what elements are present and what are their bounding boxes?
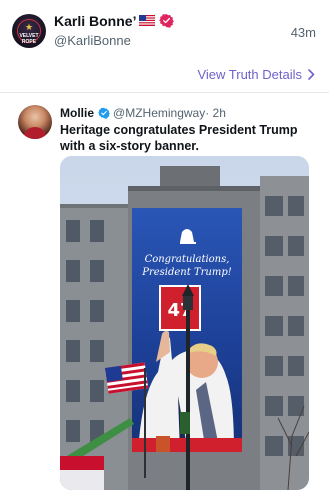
author-avatar[interactable]: ★ VELVET ROPE — [12, 14, 46, 48]
post-timestamp: 43m — [290, 25, 316, 40]
avatar-shirt — [23, 127, 47, 139]
quoted-author-line: Mollie @MZHemingway · 2h — [60, 106, 226, 120]
quoted-author-handle[interactable]: @MZHemingway — [113, 106, 205, 120]
verified-badge-blue-icon — [98, 107, 110, 119]
quoted-author-avatar[interactable] — [18, 105, 52, 139]
view-truth-details-label: View Truth Details — [197, 67, 302, 82]
header-divider — [0, 92, 329, 93]
author-display-name[interactable]: Karli Bonne’ — [54, 13, 136, 29]
chevron-right-icon — [308, 69, 315, 80]
avatar-star-icon: ★ — [24, 22, 34, 32]
post-photo[interactable]: Congratulations, President Trump! 47 — [60, 156, 309, 490]
quoted-author-name[interactable]: Mollie — [60, 106, 94, 120]
view-truth-details-link[interactable]: View Truth Details — [197, 67, 315, 82]
banner-headline-2: President Trump! — [141, 267, 232, 278]
quoted-post-text: Heritage congratulates President Trump w… — [60, 123, 298, 153]
quoted-post-age: · 2h — [205, 106, 226, 120]
verified-badge-icon — [159, 13, 174, 28]
avatar-logo-text: VELVET ROPE — [19, 33, 39, 45]
post-header: ★ VELVET ROPE Karli Bonne’ @KarliBonne 4… — [0, 0, 329, 60]
author-handle[interactable]: @KarliBonne — [54, 33, 131, 48]
banner-photo-illustration: Congratulations, President Trump! 47 — [60, 156, 309, 490]
us-flag-icon — [139, 15, 155, 26]
banner-headline-1: Congratulations, — [145, 254, 230, 265]
